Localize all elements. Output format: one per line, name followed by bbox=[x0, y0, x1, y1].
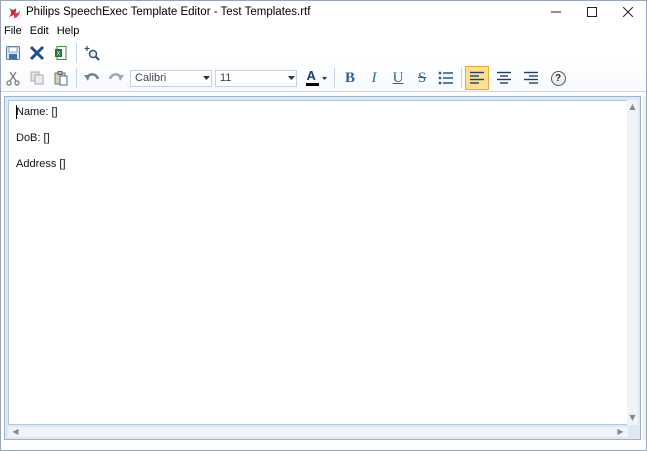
format-toolbar: Calibri 11 A B I U S ? bbox=[1, 65, 570, 91]
copy-button[interactable] bbox=[25, 66, 49, 90]
maximize-icon bbox=[587, 7, 597, 17]
zoom-button[interactable] bbox=[80, 41, 104, 65]
export-excel-button[interactable]: X bbox=[49, 41, 73, 65]
scroll-down-icon[interactable]: ▼ bbox=[627, 413, 638, 423]
help-label: ? bbox=[554, 72, 562, 84]
editor-frame: Name: [] DoB: [] Address [] ▲ ▼ ◀ ▶ bbox=[4, 96, 641, 440]
redo-icon bbox=[108, 73, 124, 81]
scroll-left-icon[interactable]: ◀ bbox=[10, 427, 21, 437]
window-title: Philips SpeechExec Template Editor - Tes… bbox=[26, 6, 311, 18]
scroll-up-icon[interactable]: ▲ bbox=[627, 102, 638, 112]
align-right-icon bbox=[524, 71, 538, 84]
bullets-button[interactable] bbox=[434, 66, 458, 90]
save-icon bbox=[6, 46, 20, 60]
undo-button[interactable] bbox=[80, 66, 104, 90]
cut-icon bbox=[6, 71, 20, 86]
vertical-scrollbar[interactable]: ▲ ▼ bbox=[627, 100, 638, 425]
help-button[interactable]: ? bbox=[546, 66, 570, 90]
svg-text:X: X bbox=[56, 52, 60, 58]
paste-icon bbox=[54, 71, 68, 86]
minimize-button[interactable] bbox=[538, 1, 574, 23]
toolbar-area: X Calibri 11 A B I U S ? bbox=[1, 39, 646, 92]
underline-icon: U bbox=[392, 69, 404, 86]
chevron-down-icon bbox=[286, 71, 296, 86]
window-edge bbox=[643, 96, 646, 440]
document-line-dob[interactable]: DoB: [] bbox=[16, 132, 50, 144]
menu-help[interactable]: Help bbox=[53, 23, 84, 39]
delete-icon bbox=[29, 45, 45, 61]
toolbar-separator bbox=[334, 68, 335, 88]
chevron-down-icon bbox=[321, 76, 327, 80]
horizontal-scrollbar[interactable]: ◀ ▶ bbox=[8, 427, 628, 437]
toolbar-separator bbox=[76, 43, 77, 63]
bold-button[interactable]: B bbox=[338, 66, 362, 90]
font-name-value: Calibri bbox=[135, 72, 167, 84]
chevron-down-icon bbox=[201, 71, 211, 86]
close-button[interactable] bbox=[610, 1, 646, 23]
delete-button[interactable] bbox=[25, 41, 49, 65]
bullet-list-icon bbox=[438, 71, 453, 85]
document-editor[interactable]: Name: [] DoB: [] Address [] bbox=[8, 100, 628, 425]
menu-bar: File Edit Help bbox=[1, 23, 646, 39]
italic-button[interactable]: I bbox=[362, 66, 386, 90]
save-button[interactable] bbox=[1, 41, 25, 65]
align-left-button[interactable] bbox=[465, 66, 489, 90]
redo-button[interactable] bbox=[104, 66, 128, 90]
bold-icon: B bbox=[344, 69, 355, 86]
menu-file[interactable]: File bbox=[1, 23, 26, 39]
font-name-select[interactable]: Calibri bbox=[130, 69, 212, 87]
align-left-icon bbox=[470, 71, 484, 84]
align-right-button[interactable] bbox=[519, 66, 543, 90]
maximize-button[interactable] bbox=[574, 1, 610, 23]
italic-icon: I bbox=[371, 69, 377, 86]
toolbar-separator bbox=[76, 68, 77, 88]
window-controls bbox=[538, 1, 646, 23]
help-icon: ? bbox=[550, 70, 566, 86]
speechexec-logo-icon bbox=[6, 4, 22, 20]
font-color-icon: A bbox=[305, 68, 320, 87]
font-color-button[interactable]: A bbox=[301, 66, 331, 90]
scroll-right-icon[interactable]: ▶ bbox=[615, 427, 626, 437]
document-line-name[interactable]: Name: [] bbox=[16, 106, 58, 118]
undo-icon bbox=[84, 73, 100, 81]
underline-button[interactable]: U bbox=[386, 66, 410, 90]
close-icon bbox=[623, 7, 633, 17]
align-center-icon bbox=[497, 71, 511, 84]
copy-icon bbox=[30, 71, 44, 85]
menu-edit[interactable]: Edit bbox=[26, 23, 53, 39]
font-size-select[interactable]: 11 bbox=[215, 69, 297, 87]
strikethrough-icon: S bbox=[417, 69, 427, 86]
paste-button[interactable] bbox=[49, 66, 73, 90]
title-bar: Philips SpeechExec Template Editor - Tes… bbox=[1, 1, 646, 23]
align-center-button[interactable] bbox=[492, 66, 516, 90]
font-size-value: 11 bbox=[220, 72, 232, 84]
toolbar-separator bbox=[461, 68, 462, 88]
main-toolbar: X bbox=[1, 41, 104, 65]
app-window: Philips SpeechExec Template Editor - Tes… bbox=[0, 0, 647, 451]
export-excel-icon: X bbox=[55, 46, 67, 60]
cut-button[interactable] bbox=[1, 66, 25, 90]
minimize-icon bbox=[551, 11, 561, 13]
font-color-label: A bbox=[306, 68, 316, 83]
zoom-icon bbox=[84, 46, 100, 61]
document-line-address[interactable]: Address [] bbox=[16, 158, 66, 170]
strikethrough-button[interactable]: S bbox=[410, 66, 434, 90]
